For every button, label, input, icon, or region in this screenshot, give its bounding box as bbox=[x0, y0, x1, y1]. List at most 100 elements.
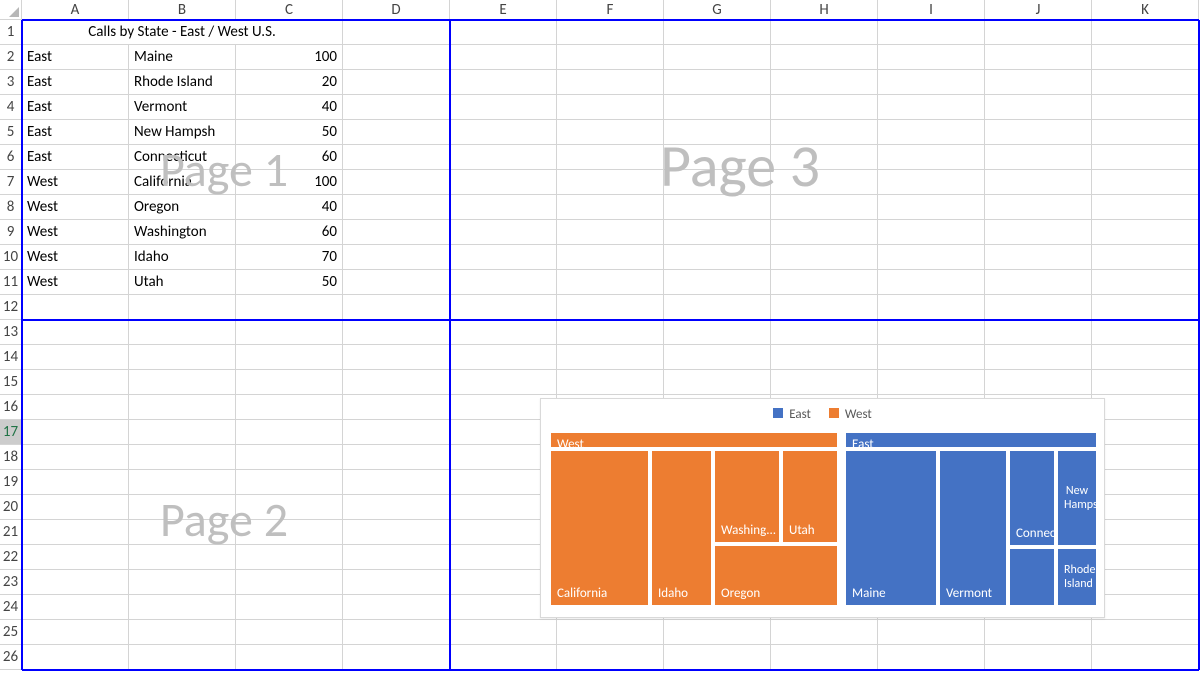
cell-K10[interactable] bbox=[1092, 245, 1199, 270]
cell-J12[interactable] bbox=[985, 295, 1092, 320]
col-header-F[interactable]: F bbox=[557, 0, 664, 20]
cell-region-7[interactable]: West bbox=[22, 170, 129, 195]
cell-G10[interactable] bbox=[664, 245, 771, 270]
cell-J10[interactable] bbox=[985, 245, 1092, 270]
cell-E1[interactable] bbox=[450, 20, 557, 45]
cell-E2[interactable] bbox=[450, 45, 557, 70]
cell-D17[interactable] bbox=[343, 420, 450, 445]
cell-K23[interactable] bbox=[1092, 570, 1199, 595]
cell-E8[interactable] bbox=[450, 195, 557, 220]
cell-G2[interactable] bbox=[664, 45, 771, 70]
cell-D2[interactable] bbox=[343, 45, 450, 70]
cell-J11[interactable] bbox=[985, 270, 1092, 295]
cell-D25[interactable] bbox=[343, 620, 450, 645]
cell-J2[interactable] bbox=[985, 45, 1092, 70]
cell-region-9[interactable]: West bbox=[22, 220, 129, 245]
cell-K7[interactable] bbox=[1092, 170, 1199, 195]
cell-D11[interactable] bbox=[343, 270, 450, 295]
cell-I25[interactable] bbox=[878, 620, 985, 645]
cell-D24[interactable] bbox=[343, 595, 450, 620]
cell-D8[interactable] bbox=[343, 195, 450, 220]
cell-K15[interactable] bbox=[1092, 370, 1199, 395]
cell-B23[interactable] bbox=[129, 570, 236, 595]
cell-calls-4[interactable]: 40 bbox=[236, 95, 343, 120]
cell-I7[interactable] bbox=[878, 170, 985, 195]
cell-B25[interactable] bbox=[129, 620, 236, 645]
cell-H6[interactable] bbox=[771, 145, 878, 170]
cell-F9[interactable] bbox=[557, 220, 664, 245]
row-header-10[interactable]: 10 bbox=[0, 245, 22, 270]
cell-K22[interactable] bbox=[1092, 545, 1199, 570]
cell-B21[interactable] bbox=[129, 520, 236, 545]
cell-J8[interactable] bbox=[985, 195, 1092, 220]
col-header-D[interactable]: D bbox=[343, 0, 450, 20]
col-header-C[interactable]: C bbox=[236, 0, 343, 20]
cell-G8[interactable] bbox=[664, 195, 771, 220]
cell-H2[interactable] bbox=[771, 45, 878, 70]
cell-I10[interactable] bbox=[878, 245, 985, 270]
cell-A16[interactable] bbox=[22, 395, 129, 420]
select-all-corner[interactable] bbox=[0, 0, 22, 20]
cell-E7[interactable] bbox=[450, 170, 557, 195]
cell-K1[interactable] bbox=[1092, 20, 1199, 45]
cell-F8[interactable] bbox=[557, 195, 664, 220]
cell-C17[interactable] bbox=[236, 420, 343, 445]
cell-C19[interactable] bbox=[236, 470, 343, 495]
cell-K16[interactable] bbox=[1092, 395, 1199, 420]
cell-H14[interactable] bbox=[771, 345, 878, 370]
cell-B22[interactable] bbox=[129, 545, 236, 570]
cell-F14[interactable] bbox=[557, 345, 664, 370]
cell-calls-3[interactable]: 20 bbox=[236, 70, 343, 95]
treemap-chart[interactable]: East West West California Idaho Washing.… bbox=[540, 398, 1105, 618]
cell-G1[interactable] bbox=[664, 20, 771, 45]
cell-G7[interactable] bbox=[664, 170, 771, 195]
cell-F26[interactable] bbox=[557, 645, 664, 670]
cell-D20[interactable] bbox=[343, 495, 450, 520]
cell-G15[interactable] bbox=[664, 370, 771, 395]
cell-H9[interactable] bbox=[771, 220, 878, 245]
cell-D18[interactable] bbox=[343, 445, 450, 470]
cell-state-10[interactable]: Idaho bbox=[129, 245, 236, 270]
spreadsheet[interactable]: ABCDEFGHIJK 1234567891011121314151617181… bbox=[0, 0, 1200, 675]
cell-C23[interactable] bbox=[236, 570, 343, 595]
cell-A26[interactable] bbox=[22, 645, 129, 670]
page-break-horizontal[interactable] bbox=[22, 19, 1199, 21]
cell-A14[interactable] bbox=[22, 345, 129, 370]
cell-state-5[interactable]: New Hampsh bbox=[129, 120, 236, 145]
row-header-22[interactable]: 22 bbox=[0, 545, 22, 570]
cell-J25[interactable] bbox=[985, 620, 1092, 645]
cell-I15[interactable] bbox=[878, 370, 985, 395]
cell-I11[interactable] bbox=[878, 270, 985, 295]
row-header-25[interactable]: 25 bbox=[0, 620, 22, 645]
cell-K14[interactable] bbox=[1092, 345, 1199, 370]
row-header-19[interactable]: 19 bbox=[0, 470, 22, 495]
cell-K17[interactable] bbox=[1092, 420, 1199, 445]
cell-G13[interactable] bbox=[664, 320, 771, 345]
cell-G9[interactable] bbox=[664, 220, 771, 245]
cell-A18[interactable] bbox=[22, 445, 129, 470]
cell-I1[interactable] bbox=[878, 20, 985, 45]
cell-K13[interactable] bbox=[1092, 320, 1199, 345]
cell-state-3[interactable]: Rhode Island bbox=[129, 70, 236, 95]
cell-I8[interactable] bbox=[878, 195, 985, 220]
cell-D14[interactable] bbox=[343, 345, 450, 370]
cell-I13[interactable] bbox=[878, 320, 985, 345]
row-header-21[interactable]: 21 bbox=[0, 520, 22, 545]
cell-E26[interactable] bbox=[450, 645, 557, 670]
cell-F12[interactable] bbox=[557, 295, 664, 320]
cell-region-5[interactable]: East bbox=[22, 120, 129, 145]
cell-J14[interactable] bbox=[985, 345, 1092, 370]
cell-H3[interactable] bbox=[771, 70, 878, 95]
row-header-1[interactable]: 1 bbox=[0, 20, 22, 45]
row-header-15[interactable]: 15 bbox=[0, 370, 22, 395]
cell-E12[interactable] bbox=[450, 295, 557, 320]
cell-D19[interactable] bbox=[343, 470, 450, 495]
cell-H8[interactable] bbox=[771, 195, 878, 220]
cell-K21[interactable] bbox=[1092, 520, 1199, 545]
cell-C21[interactable] bbox=[236, 520, 343, 545]
cell-F7[interactable] bbox=[557, 170, 664, 195]
cell-C16[interactable] bbox=[236, 395, 343, 420]
cell-state-7[interactable]: California bbox=[129, 170, 236, 195]
cell-K5[interactable] bbox=[1092, 120, 1199, 145]
cell-E6[interactable] bbox=[450, 145, 557, 170]
